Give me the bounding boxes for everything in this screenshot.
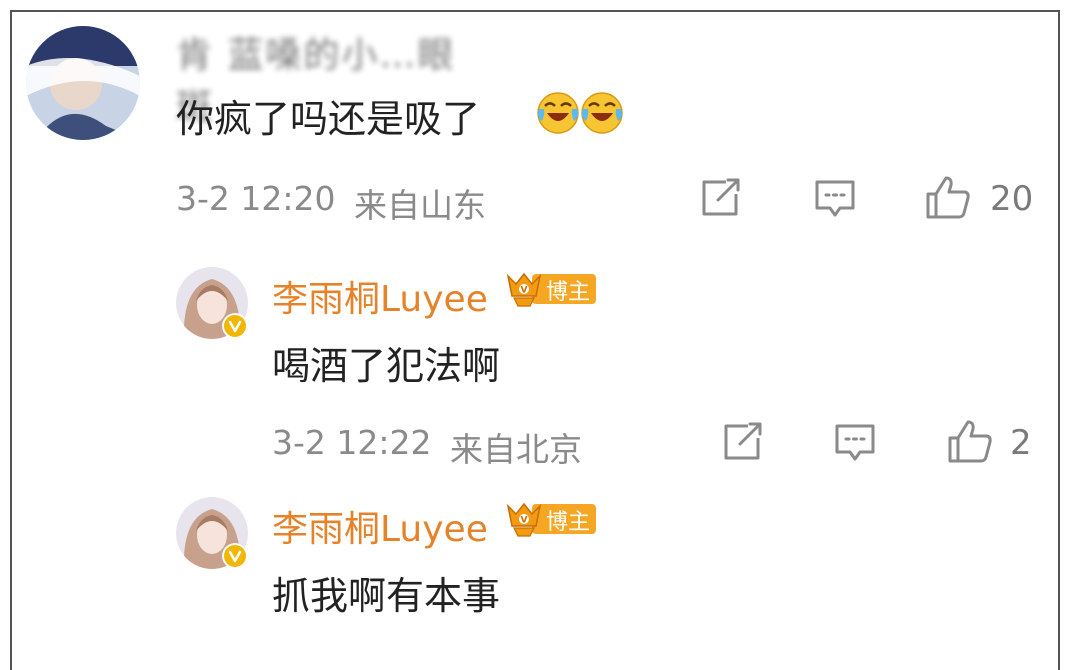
reply-comment-icon[interactable] <box>814 178 856 224</box>
share-icon[interactable] <box>700 178 742 222</box>
reply-author-name[interactable]: 李雨桐Luyee <box>272 270 488 322</box>
verified-badge-icon <box>222 543 248 569</box>
reply-text: 喝酒了犯法啊 <box>272 344 501 388</box>
laugh-cry-emoji-icon <box>536 91 580 139</box>
like-thumbs-up-icon[interactable] <box>946 418 994 468</box>
commenter-avatar[interactable] <box>26 26 140 140</box>
creator-badge: V 博主 <box>506 270 596 307</box>
comment-like-count: 20 <box>990 179 1034 219</box>
share-icon[interactable] <box>722 422 764 466</box>
reply-location: 来自北京 <box>450 430 582 469</box>
reply-comment-icon[interactable] <box>834 422 876 468</box>
commenter-username[interactable]: 肯 蓝嗓的小…眼斑 <box>176 26 456 128</box>
like-thumbs-up-icon[interactable] <box>924 174 972 224</box>
verified-badge-icon <box>222 313 248 339</box>
reply-timestamp: 3-2 12:22 <box>272 423 432 462</box>
screenshot-frame <box>10 10 1060 670</box>
comment-location: 来自山东 <box>354 186 486 225</box>
creator-badge-label: 博主 <box>546 280 591 305</box>
svg-text:V: V <box>521 516 528 526</box>
reply-like-count: 2 <box>1010 423 1032 463</box>
laugh-cry-emoji-icon <box>580 91 624 139</box>
reply-author-name[interactable]: 李雨桐Luyee <box>272 500 488 552</box>
reply-text: 抓我啊有本事 <box>272 574 501 618</box>
comment-text: 你疯了吗还是吸了 <box>176 97 481 141</box>
comment-timestamp: 3-2 12:20 <box>176 179 336 218</box>
creator-badge-label: 博主 <box>546 510 591 535</box>
creator-badge: V 博主 <box>506 500 596 537</box>
svg-text:V: V <box>521 286 528 296</box>
